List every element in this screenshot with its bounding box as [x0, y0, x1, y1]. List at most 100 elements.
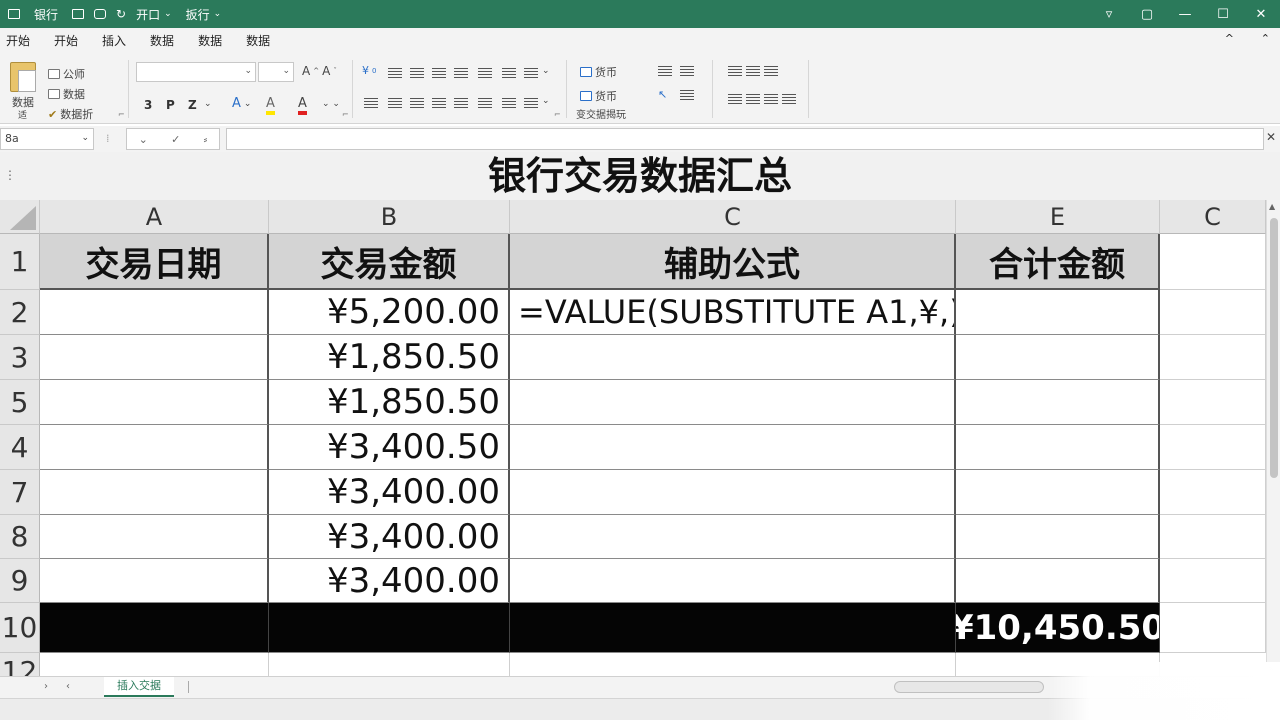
insert-function-icon[interactable]: ⸗ — [204, 133, 208, 146]
app-menu-icon[interactable] — [6, 0, 22, 28]
clipboard-launcher-icon[interactable]: ⌐ — [118, 110, 125, 119]
header-cell-formula[interactable]: 辅助公式 — [510, 234, 956, 290]
increase-indent-icon[interactable] — [502, 98, 516, 110]
vertical-scroll-thumb[interactable] — [1270, 218, 1278, 478]
indent-icon[interactable]: ¥0 — [362, 64, 376, 77]
pin-ribbon-icon[interactable]: ⌃ — [1261, 32, 1270, 45]
font-size-dropdown[interactable]: ⌄ — [258, 62, 294, 82]
total-row-cell[interactable] — [510, 603, 956, 653]
font-name-dropdown[interactable]: ⌄ — [136, 62, 256, 82]
empty-cell[interactable] — [1160, 234, 1266, 290]
align-middle-icon[interactable] — [410, 68, 424, 80]
date-cell[interactable] — [40, 380, 269, 425]
header-cell-date[interactable]: 交易日期 — [40, 234, 269, 290]
total-cell[interactable] — [956, 380, 1160, 425]
orientation-icon[interactable] — [454, 68, 468, 80]
formula-cell[interactable] — [510, 425, 956, 470]
merge-icon[interactable] — [502, 68, 516, 80]
formula-input[interactable] — [226, 128, 1264, 150]
vertical-scrollbar[interactable]: ▲ ▼ — [1266, 200, 1280, 676]
empty-cell[interactable] — [1160, 470, 1266, 515]
empty-cell[interactable] — [1160, 380, 1266, 425]
text-direction-icon[interactable] — [524, 98, 538, 110]
scroll-up-icon[interactable]: ▲ — [1269, 202, 1275, 211]
align-top-icon[interactable] — [388, 68, 402, 80]
total-cell[interactable] — [956, 559, 1160, 603]
italic-button[interactable]: P — [166, 98, 175, 112]
horizontal-scrollbar[interactable] — [894, 681, 1044, 693]
comma-style-icon[interactable] — [680, 66, 694, 78]
row-header[interactable]: 3 — [0, 335, 40, 380]
minimize-button[interactable]: — — [1166, 0, 1204, 28]
tab-data-3[interactable]: 数据 — [234, 28, 282, 54]
align-center-icon[interactable] — [388, 98, 402, 110]
empty-cell[interactable] — [269, 653, 510, 676]
highlight-color-icon[interactable]: A — [266, 96, 275, 115]
row-header[interactable]: 5 — [0, 380, 40, 425]
bold-button[interactable]: 3 — [144, 98, 152, 112]
empty-cell[interactable] — [1160, 559, 1266, 603]
row-header[interactable]: 2 — [0, 290, 40, 335]
formula-cell[interactable] — [510, 559, 956, 603]
tab-insert[interactable]: 插入 — [90, 28, 138, 54]
title-menu-2[interactable]: 扳行 ⌄ — [186, 0, 222, 28]
tab-start[interactable]: 开始 — [42, 28, 90, 54]
next-sheet-icon[interactable]: › — [44, 681, 48, 692]
redo-icon[interactable]: ↻ — [116, 0, 126, 28]
formula-cell[interactable] — [510, 380, 956, 425]
restore-icon[interactable]: ▢ — [1128, 0, 1166, 28]
paste-icon[interactable] — [10, 62, 36, 92]
font-color-icon[interactable]: A — [298, 96, 307, 115]
style-3-icon[interactable] — [764, 66, 778, 78]
tab-data-1[interactable]: 数据 — [138, 28, 186, 54]
header-cell-amount[interactable]: 交易金额 — [269, 234, 510, 290]
header-cell-total[interactable]: 合计金额 — [956, 234, 1160, 290]
ribbon-display-icon[interactable]: ▿ — [1090, 0, 1128, 28]
format-painter-button[interactable]: ✔ 数据折 — [48, 106, 93, 122]
amount-cell[interactable]: ¥1,850.50 — [269, 380, 510, 425]
formula-bar-close-icon[interactable]: ✕ — [1266, 130, 1276, 144]
row-header[interactable]: 9 — [0, 559, 40, 603]
date-cell[interactable] — [40, 470, 269, 515]
style-6-icon[interactable] — [764, 94, 778, 106]
distributed-icon[interactable] — [454, 98, 468, 110]
name-box[interactable]: 8a ⌄ — [0, 128, 94, 150]
underline-button[interactable]: Z — [188, 98, 197, 112]
empty-cell[interactable] — [1160, 603, 1266, 653]
style-1-icon[interactable] — [728, 66, 742, 78]
amount-cell[interactable]: ¥1,850.50 — [269, 335, 510, 380]
row-header[interactable]: 8 — [0, 515, 40, 559]
convert-pivot-button[interactable]: 变交据揭玩 — [576, 106, 626, 121]
empty-cell[interactable] — [1160, 515, 1266, 559]
justify-icon[interactable] — [432, 98, 446, 110]
currency-button-1[interactable]: 货币 — [580, 64, 617, 80]
select-all-corner[interactable] — [0, 200, 40, 234]
align-bottom-icon[interactable] — [432, 68, 446, 80]
date-cell[interactable] — [40, 425, 269, 470]
align-right-icon[interactable] — [410, 98, 424, 110]
total-cell[interactable] — [956, 290, 1160, 335]
col-header-e[interactable]: E — [956, 200, 1160, 234]
cancel-formula-icon[interactable]: ⌄ — [139, 133, 148, 146]
amount-cell[interactable]: ¥5,200.00 — [269, 290, 510, 335]
row-header[interactable]: 12 — [0, 653, 40, 676]
style-4-icon[interactable] — [728, 94, 742, 106]
amount-cell[interactable]: ¥3,400.00 — [269, 559, 510, 603]
title-menu-1[interactable]: 开口 ⌄ — [136, 0, 172, 28]
percent-style-icon[interactable] — [658, 66, 672, 78]
style-5-icon[interactable] — [746, 94, 760, 106]
merge-dropdown-icon[interactable]: ⌄ — [542, 66, 550, 76]
empty-cell[interactable] — [1160, 290, 1266, 335]
decrease-indent-icon[interactable] — [478, 98, 492, 110]
underline-dropdown-icon[interactable]: ⌄ — [204, 99, 212, 109]
merge-center-icon[interactable] — [524, 68, 538, 80]
font-color-dropdown-icon[interactable]: ⌄ ⌄ — [322, 99, 340, 109]
col-header-a[interactable]: A — [40, 200, 269, 234]
row-header-total[interactable]: 10 — [0, 603, 40, 653]
save-icon[interactable] — [72, 0, 85, 28]
amount-cell[interactable]: ¥3,400.00 — [269, 470, 510, 515]
font-launcher-icon[interactable]: ⌐ — [342, 110, 349, 119]
date-cell[interactable] — [40, 290, 269, 335]
row-header[interactable]: 7 — [0, 470, 40, 515]
date-cell[interactable] — [40, 559, 269, 603]
